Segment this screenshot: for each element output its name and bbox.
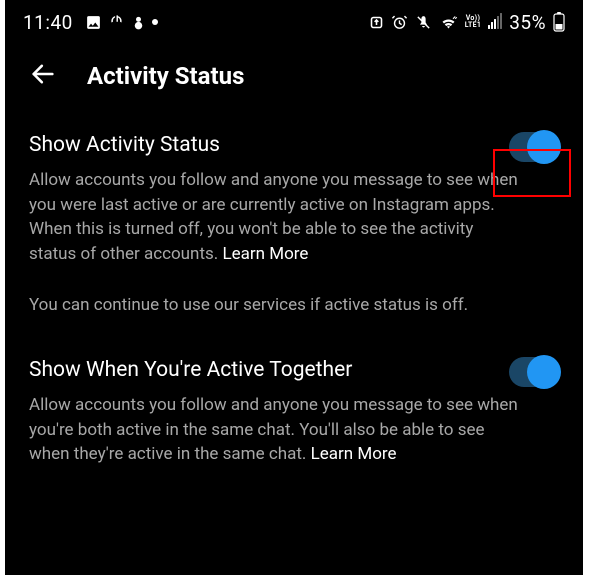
update-icon [369, 15, 384, 30]
setting-together-title: Show When You're Active Together [29, 357, 352, 384]
snowman-icon [131, 14, 146, 31]
setting-activity-note: You can continue to use our services if … [29, 293, 519, 318]
back-arrow-icon[interactable] [29, 60, 57, 92]
image-icon [85, 14, 102, 31]
setting-active-together: Show When You're Active Together Allow a… [29, 357, 559, 467]
status-bar: 11:40 V [5, 0, 583, 40]
activity-status-toggle[interactable] [509, 132, 559, 162]
battery-percent: 35% [509, 11, 546, 34]
setting-activity-status: Show Activity Status Allow accounts you … [29, 132, 559, 317]
more-dot-icon [152, 19, 158, 25]
setting-activity-title: Show Activity Status [29, 132, 220, 159]
setting-activity-desc: Allow accounts you follow and anyone you… [29, 168, 519, 267]
page-header: Activity Status [5, 40, 583, 102]
together-learn-more-link[interactable]: Learn More [311, 444, 397, 464]
signal-icon [488, 15, 502, 29]
active-together-toggle[interactable] [509, 357, 559, 387]
carrier-icon [108, 14, 125, 31]
volte-label: Vo))LTE1 [465, 15, 482, 29]
wifi-icon [439, 15, 458, 30]
page-title: Activity Status [87, 62, 244, 90]
status-time: 11:40 [23, 11, 73, 34]
mute-icon [415, 14, 432, 31]
setting-together-desc: Allow accounts you follow and anyone you… [29, 393, 519, 467]
battery-icon [553, 12, 565, 32]
alarm-icon [391, 14, 408, 31]
activity-learn-more-link[interactable]: Learn More [222, 244, 308, 264]
